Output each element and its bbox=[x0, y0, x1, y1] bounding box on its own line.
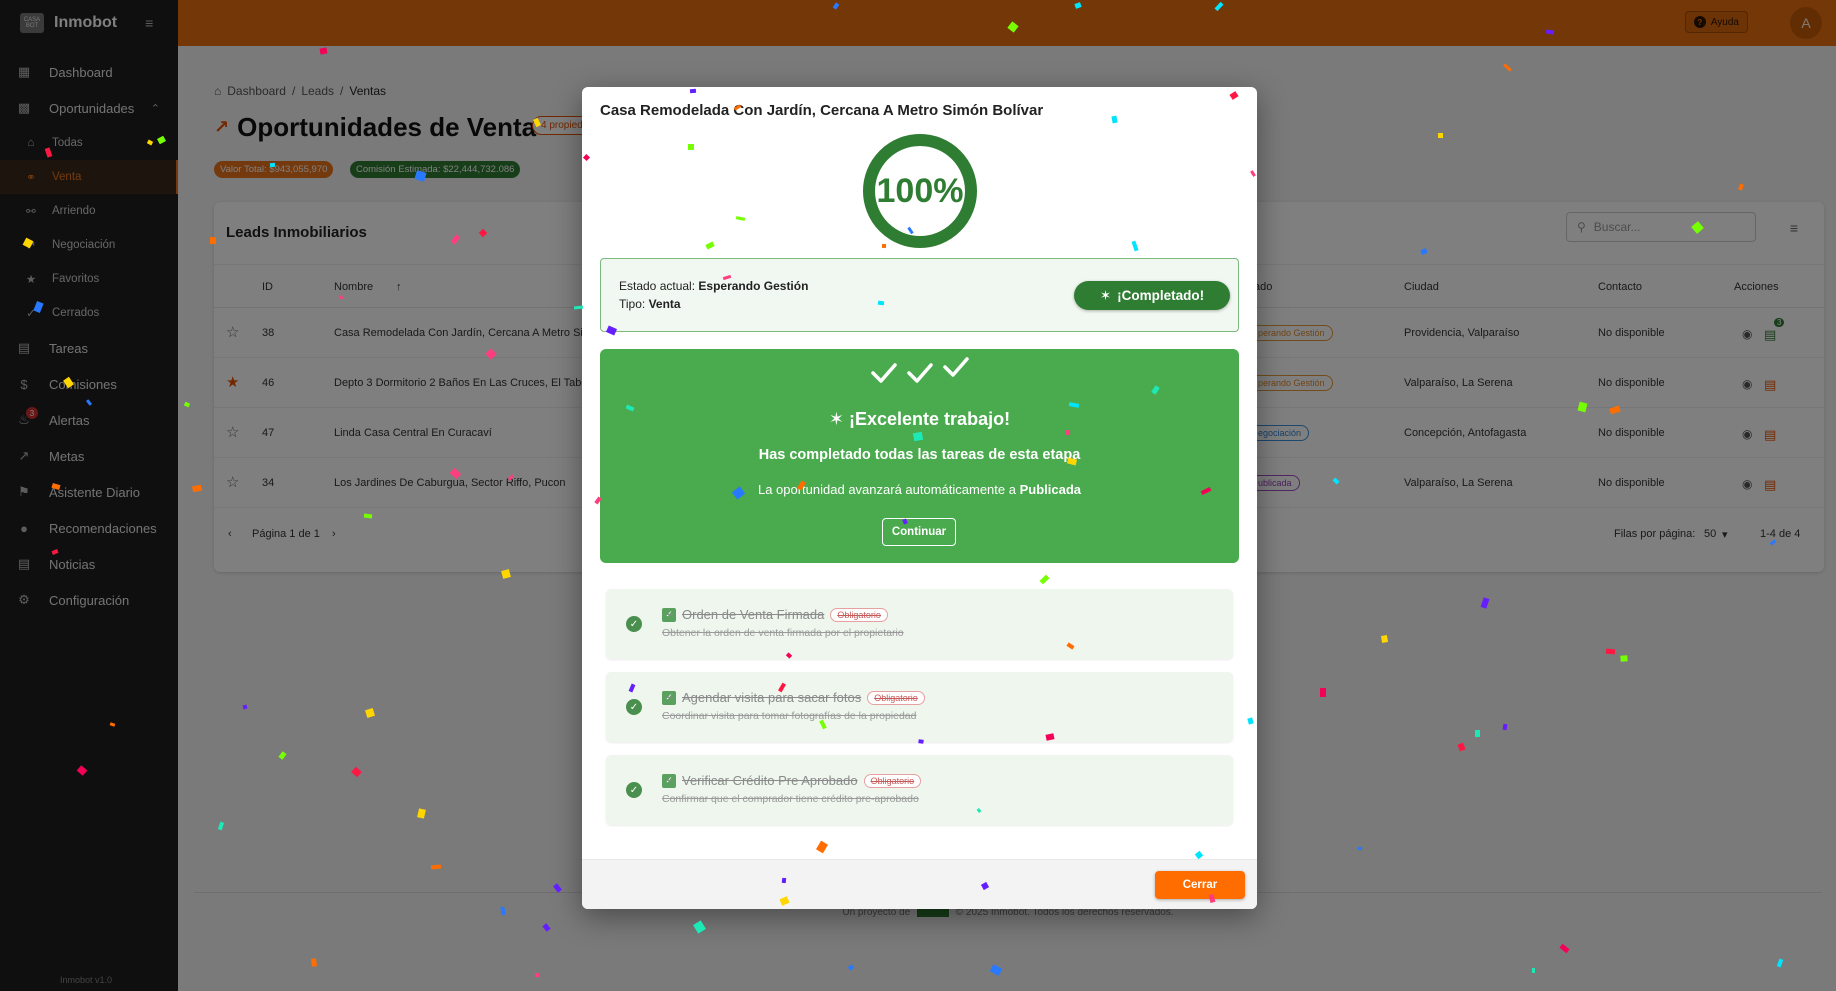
check-marks bbox=[600, 357, 1239, 385]
success-subtitle: Has completado todas las tareas de esta … bbox=[758, 447, 1081, 463]
close-button[interactable]: Cerrar bbox=[1155, 871, 1245, 899]
success-title-text: ¡Excelente trabajo! bbox=[849, 409, 1011, 429]
status-box: Estado actual: Esperando Gestión Tipo: V… bbox=[600, 258, 1239, 332]
check-circle-icon: ✓ bbox=[626, 616, 642, 632]
task-title-text: Orden de Venta Firmada bbox=[682, 607, 825, 622]
required-tag: Obligatorio bbox=[830, 607, 888, 622]
checkbox-checked-icon: ✓ bbox=[662, 607, 676, 622]
check-icon bbox=[906, 363, 933, 383]
success-info-text: La oportunidad avanzará automáticamente … bbox=[757, 482, 1016, 497]
success-info: La oportunidad avanzará automáticamente … bbox=[600, 482, 1239, 497]
progress-ring: 100% bbox=[862, 133, 978, 249]
check-circle-icon: ✓ bbox=[626, 782, 642, 798]
task-description: Obtener la orden de venta firmada por el… bbox=[662, 627, 904, 639]
stage-complete-dialog: Casa Remodelada Con Jardín, Cercana A Me… bbox=[582, 87, 1257, 909]
party-icon: ✶ bbox=[828, 409, 844, 429]
checkbox-checked-icon: ✓ bbox=[662, 690, 676, 705]
task-title: ✓ Agendar visita para sacar fotos Obliga… bbox=[662, 690, 925, 705]
next-stage: Publicada bbox=[1019, 482, 1082, 497]
status-label: Estado actual: bbox=[619, 279, 696, 293]
task-description: Coordinar visita para tomar fotografías … bbox=[662, 710, 917, 722]
task-item[interactable]: ✓ ✓ Verificar Crédito Pre Aprobado Oblig… bbox=[606, 755, 1233, 825]
success-title: ✶ ¡Excelente trabajo! bbox=[600, 409, 1239, 430]
required-tag: Obligatorio bbox=[867, 690, 925, 705]
success-panel: ✶ ¡Excelente trabajo! Has completado tod… bbox=[600, 349, 1239, 563]
check-circle-icon: ✓ bbox=[626, 699, 642, 715]
type-label: Tipo: bbox=[619, 297, 646, 311]
task-item[interactable]: ✓ ✓ Orden de Venta Firmada Obligatorio O… bbox=[606, 589, 1233, 659]
dialog-title: Casa Remodelada Con Jardín, Cercana A Me… bbox=[600, 102, 1044, 119]
completed-label: ¡Completado! bbox=[1117, 288, 1205, 303]
check-icon bbox=[870, 363, 897, 383]
current-status: Estado actual: Esperando Gestión bbox=[619, 279, 808, 293]
task-title-text: Agendar visita para sacar fotos bbox=[682, 690, 862, 705]
party-icon: ✶ bbox=[1099, 287, 1112, 303]
progress-percent: 100% bbox=[876, 171, 964, 210]
type-line: Tipo: Venta bbox=[619, 297, 681, 311]
required-tag: Obligatorio bbox=[863, 773, 922, 788]
dialog-footer: Cerrar bbox=[582, 859, 1257, 909]
continue-button[interactable]: Continuar bbox=[882, 518, 956, 546]
type-value: Venta bbox=[648, 297, 681, 311]
task-title-text: Verificar Crédito Pre Aprobado bbox=[682, 773, 858, 788]
task-description: Confirmar que el comprador tiene crédito… bbox=[662, 793, 919, 805]
status-value: Esperando Gestión bbox=[698, 279, 809, 293]
task-item[interactable]: ✓ ✓ Agendar visita para sacar fotos Obli… bbox=[606, 672, 1233, 742]
checkbox-checked-icon: ✓ bbox=[662, 773, 676, 788]
task-title: ✓ Orden de Venta Firmada Obligatorio bbox=[662, 607, 888, 622]
completed-button[interactable]: ✶ ¡Completado! bbox=[1074, 281, 1230, 310]
check-icon bbox=[942, 357, 969, 377]
task-title: ✓ Verificar Crédito Pre Aprobado Obligat… bbox=[662, 773, 922, 788]
